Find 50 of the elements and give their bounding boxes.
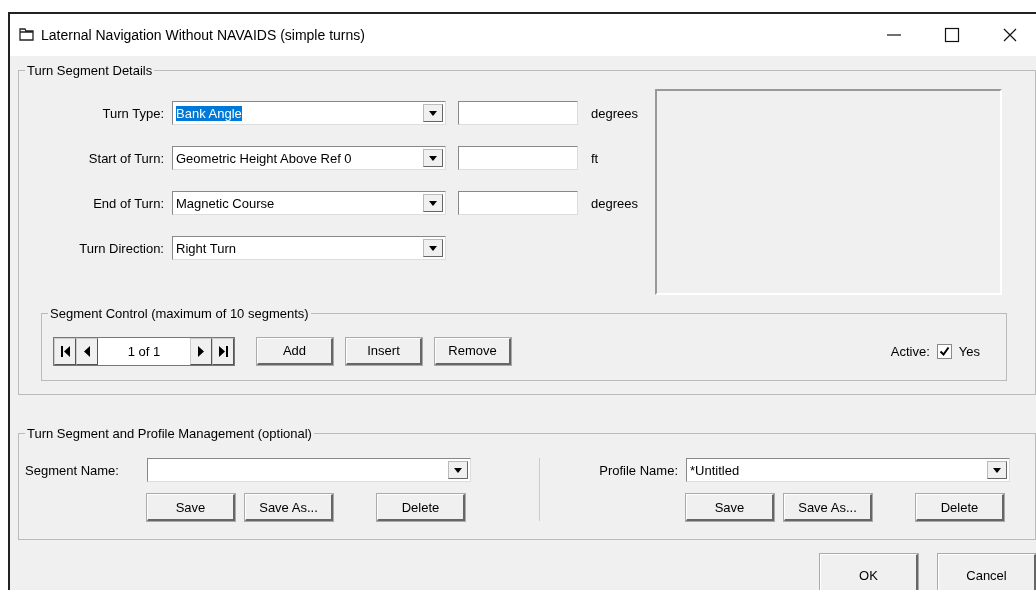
dialog-button[interactable]: Cancel [938,554,1036,590]
panel-button[interactable]: Delete [377,494,465,521]
caret-icon [429,110,437,116]
dropdown-value: *Untitled [690,462,740,478]
close-icon[interactable] [1002,27,1018,43]
active-checkbox[interactable] [936,343,952,359]
dropdown[interactable]: Geometric Height Above Ref 0 [172,146,446,170]
input-field[interactable] [458,101,578,125]
window-title: Laternal Navigation Without NAVAIDS (simple turns) [41,27,365,43]
dropdown[interactable]: Bank Angle [172,101,446,125]
dropdown-value: Magnetic Course [176,195,275,211]
panel-button[interactable]: Delete [916,494,1004,521]
group-title: Turn Segment and Profile Management (optional) [25,426,314,441]
panel-button[interactable]: Save As... [245,494,333,521]
checkbox-label: Yes [958,343,980,359]
field-label: End of Turn: [92,195,164,211]
panel-button[interactable]: Save [147,494,235,521]
caret-icon [429,200,437,206]
segment-button[interactable]: Remove [435,337,511,365]
group-title: Turn Segment Details [25,63,155,78]
field-label: Segment Name: [24,462,120,478]
segment-button[interactable]: Add [257,337,333,365]
caret-icon [429,155,437,161]
dialog-button[interactable]: OK [820,554,918,590]
window-icon [19,28,35,42]
field-label: Turn Direction: [78,240,164,256]
dropdown[interactable] [147,458,471,482]
segment-button[interactable]: Insert [346,337,422,365]
active-label: Active: [890,343,930,359]
dropdown-value: Geometric Height Above Ref 0 [176,150,352,166]
dropdown-value: Bank Angle [176,105,242,121]
caret-icon [993,467,1001,473]
field-label: Start of Turn: [87,150,164,166]
group-title: Segment Control (maximum of 10 segments) [48,306,311,321]
input-field[interactable] [458,146,578,170]
field-label: Turn Type: [101,105,164,121]
caret-icon [429,245,437,251]
unit-label: ft [591,150,599,166]
field-label: Profile Name: [598,462,678,478]
unit-label: degrees [591,195,638,211]
dropdown-value: Right Turn [176,240,236,256]
caret-icon [454,467,462,473]
input-field[interactable] [458,191,578,215]
panel-button[interactable]: Save As... [784,494,872,521]
dropdown[interactable]: *Untitled [686,458,1010,482]
unit-label: degrees [591,105,638,121]
dropdown[interactable]: Right Turn [172,236,446,260]
panel-button[interactable]: Save [686,494,774,521]
maximize-icon[interactable] [944,27,960,43]
dropdown[interactable]: Magnetic Course [172,191,446,215]
